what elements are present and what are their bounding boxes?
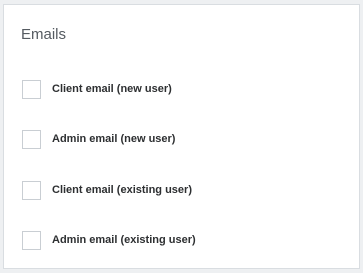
option-label: Admin email (new user) <box>52 133 176 145</box>
checkbox-client-email-existing-user[interactable] <box>22 180 41 200</box>
checkbox-client-email-new-user[interactable] <box>22 79 41 99</box>
option-label: Admin email (existing user) <box>52 234 196 246</box>
option-admin-email-existing-user[interactable]: Admin email (existing user) <box>22 229 196 251</box>
option-client-email-existing-user[interactable]: Client email (existing user) <box>22 179 192 201</box>
panel-title: Emails <box>21 26 67 43</box>
checkbox-admin-email-new-user[interactable] <box>22 129 41 149</box>
checkbox-admin-email-existing-user[interactable] <box>22 230 41 250</box>
option-label: Client email (new user) <box>52 83 172 95</box>
emails-panel: Emails Client email (new user) Admin ema… <box>3 4 360 269</box>
option-admin-email-new-user[interactable]: Admin email (new user) <box>22 128 175 150</box>
option-client-email-new-user[interactable]: Client email (new user) <box>22 78 172 100</box>
option-label: Client email (existing user) <box>52 184 192 196</box>
